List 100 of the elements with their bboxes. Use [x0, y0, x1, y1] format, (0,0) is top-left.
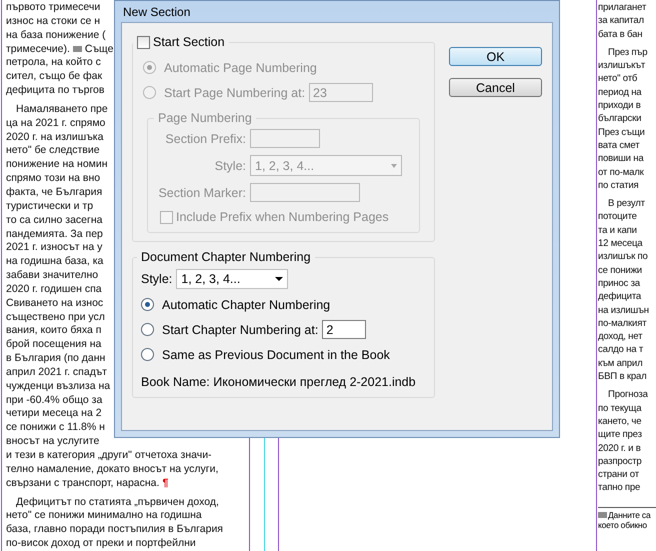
text-line: вата смет [598, 140, 640, 151]
footnote-text: което обикно [598, 520, 647, 530]
text-line: 2020 г. и в [598, 442, 641, 454]
text-line: по-малкият [598, 318, 646, 329]
radio-label: Start Page Numbering at: [164, 86, 306, 100]
text-line: излишъкът [598, 60, 646, 72]
text-line: През същи [598, 126, 645, 138]
checkbox-label: Start Section [153, 35, 225, 49]
paragraph-mark: ¶ [162, 476, 168, 491]
text-line: излишък по [598, 251, 648, 262]
dialog-button[interactable]: OK [449, 47, 542, 66]
text-line: прилаганет [598, 2, 646, 13]
text-line: български [598, 113, 642, 124]
radio-button[interactable] [141, 323, 154, 336]
text-line: та и капи [598, 224, 637, 236]
text-line: на излишън [598, 304, 649, 316]
text-line: нето" бе следствие [6, 144, 100, 156]
text-line: щите през [598, 429, 642, 440]
text-line: свързани с транспорт, нарасна. [6, 476, 160, 491]
radio-button[interactable] [141, 298, 154, 311]
text-line: от по-малк [598, 166, 644, 178]
window-title: New Section [123, 4, 190, 18]
text-line: Дефицитът по статията „първичен доход, [16, 496, 219, 508]
text-line: на годишна база, ка [6, 255, 104, 268]
text-line: В резулт [608, 198, 645, 210]
text-line: Намаляването пре [16, 102, 108, 115]
text-line: разпростр [598, 456, 642, 467]
text-line: вносът на услугите [6, 435, 100, 448]
book-name-text: Book Name: Икономически преглед 2-2021.indb [141, 375, 417, 389]
caret-icon [391, 164, 397, 168]
text-line: 2021 г. износът на у [6, 241, 102, 254]
text-line: съществено при усл [6, 310, 105, 323]
input-field[interactable] [250, 183, 360, 202]
text-line: тапно пре [598, 482, 640, 494]
input-field[interactable] [250, 129, 320, 148]
radio-label: Start Chapter Numbering at: [162, 322, 318, 336]
text-line: по текуща [598, 402, 642, 414]
checkbox[interactable] [160, 210, 173, 224]
field-label: Section Prefix: [164, 132, 246, 146]
radio-button[interactable] [141, 348, 154, 361]
radio-label: Automatic Page Numbering [164, 60, 317, 74]
text-line: 12 месеца [598, 238, 642, 250]
text-line: чужденци възлиза на [6, 380, 110, 392]
text-line: понижение на номин [6, 158, 108, 170]
footnote-text: Данните са [608, 510, 650, 520]
group-title: Document Chapter Numbering [141, 250, 311, 264]
text-line: принос за [598, 278, 640, 289]
text-line: се понижи с 11.8% н [6, 421, 105, 434]
text-line: Прогноза [608, 389, 648, 400]
field-label: Section Marker: [158, 186, 246, 200]
text-line: нето" се понижи минимално на годишна [6, 509, 202, 522]
text-line: Съще [84, 42, 114, 56]
text-line: дефицита по търгов [6, 84, 104, 96]
text-line: към април [598, 358, 642, 369]
text-line: сител, също бе фак [6, 70, 102, 82]
text-line: През пър [608, 46, 648, 58]
text-line: туристически и тр [6, 200, 94, 212]
text-line: за капитал [598, 15, 644, 26]
number-field[interactable]: 2 [322, 320, 366, 339]
field-label: Style: [214, 158, 246, 172]
text-line: Свиването на износ [6, 296, 104, 309]
text-line: потоците [598, 211, 637, 222]
text-line: страни от [598, 469, 639, 480]
text-line: и тези в категория „други" отчетоха значи- [6, 449, 212, 461]
text-line: април 2021 г. спадът [6, 366, 107, 378]
text-line: дефицита [598, 291, 642, 302]
text-line: износ на стоки се н [6, 14, 100, 27]
radio-label: Same as Previous Document in the Book [162, 348, 390, 362]
text-line: БВП в крал [598, 371, 646, 382]
caret-icon [275, 277, 284, 281]
radio-label: Automatic Chapter Numbering [162, 298, 330, 312]
checkbox-label: Include Prefix when Numbering Pages [176, 210, 389, 224]
text-line: 2020 г. годишен спа [6, 282, 102, 295]
text-line: вания, които бяха п [6, 324, 102, 336]
text-line: брой посещения на [6, 338, 102, 350]
text-line: бата в бан [598, 28, 642, 40]
text-line: спрямо този на вно [6, 172, 100, 184]
text-line: се понижи [598, 264, 642, 276]
text-line: 2020 г. на излишъка [6, 130, 104, 143]
text-line: салдо на т [598, 344, 644, 356]
field-label: Style: [141, 272, 172, 286]
text-line: период на [598, 86, 642, 98]
style-dropdown[interactable]: 1, 2, 3, 4... [176, 269, 288, 289]
text-line: база, главно поради постъпилия в България [6, 523, 223, 536]
text-line: телно намаление, докато вносът на услуги, [6, 462, 218, 475]
text-line: четири месеца на 2 [6, 407, 102, 420]
text-line: по-висок доход от преки и портфейлни [6, 537, 196, 550]
text-line: по статия [598, 180, 639, 191]
text-line: приходи в [598, 100, 641, 112]
text-line: на база понижение ( [6, 28, 106, 41]
text-line: забави значително [6, 269, 98, 282]
text-line: петрола, на който с [6, 56, 101, 68]
dialog-button[interactable]: Cancel [449, 78, 542, 97]
text-line: тримесечие). [6, 42, 70, 56]
radio-button[interactable] [143, 61, 156, 74]
text-line: факта, че България [6, 186, 102, 198]
text-line: пандемията. За пер [6, 228, 103, 240]
text-line: нето" отб [598, 73, 638, 84]
checkbox[interactable] [137, 36, 150, 48]
radio-button[interactable] [143, 86, 156, 99]
